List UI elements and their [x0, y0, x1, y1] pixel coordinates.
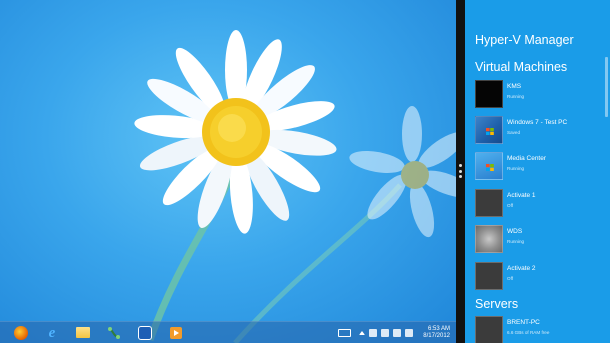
vm-status: Running	[507, 239, 525, 244]
server-tile-brent-pc[interactable]: BRENT-PC 6.6 GBs of RAM free	[475, 316, 607, 343]
power-icon[interactable]	[393, 328, 402, 337]
outlook-button[interactable]	[131, 322, 159, 343]
media-player-button[interactable]	[162, 322, 190, 343]
outlook-icon	[138, 325, 152, 340]
vm-status: Off	[507, 203, 514, 208]
file-explorer-icon	[76, 327, 90, 338]
system-tray: 6:53 AM 8/17/2012	[338, 322, 456, 343]
app-title: Hyper-V Manager	[475, 33, 574, 47]
vm-thumbnail	[475, 116, 503, 144]
vm-status: Saved	[507, 130, 521, 135]
vm-status: Off	[507, 276, 514, 281]
vm-thumbnail	[475, 189, 503, 217]
server-thumbnail	[475, 316, 503, 343]
server-name: BRENT-PC	[507, 319, 540, 326]
clock[interactable]: 6:53 AM 8/17/2012	[423, 326, 450, 340]
network-tool-icon	[108, 326, 120, 339]
windows-logo-icon	[486, 128, 494, 135]
splitter-grip-icon[interactable]	[459, 164, 462, 178]
vm-tile-activate-1[interactable]: Activate 1 Off	[475, 189, 607, 219]
media-player-icon	[170, 326, 182, 339]
internet-explorer-icon: e	[48, 324, 56, 341]
daisy-wallpaper-image	[134, 30, 456, 343]
snap-splitter[interactable]	[456, 0, 465, 343]
vm-thumbnail	[475, 152, 503, 180]
windows-logo-icon	[486, 164, 494, 171]
vm-name: Media Center	[507, 155, 547, 162]
vm-tile-activate-2[interactable]: Activate 2 Off	[475, 262, 607, 292]
hyperv-manager-pane: Hyper-V Manager Virtual Machines KMS Run…	[465, 0, 610, 343]
vm-name: KMS	[507, 83, 522, 90]
vm-thumbnail	[475, 80, 503, 108]
network-icon[interactable]	[381, 328, 390, 337]
touch-keyboard-icon[interactable]	[338, 328, 352, 337]
clock-date: 8/17/2012	[423, 332, 450, 339]
vm-tile-windows7[interactable]: Windows 7 - Test PC Saved	[475, 116, 607, 146]
vm-name: Windows 7 - Test PC	[507, 119, 568, 126]
network-tool-button[interactable]	[100, 322, 128, 343]
taskbar: e 6:53 AM 8/17/2012	[0, 321, 456, 343]
vm-thumbnail	[475, 225, 503, 253]
vm-status: Running	[507, 166, 525, 171]
vm-name: WDS	[507, 228, 523, 235]
desktop-wallpaper: e 6:53 AM 8/17/2012	[0, 0, 456, 343]
file-explorer-button[interactable]	[69, 322, 97, 343]
firefox-icon	[14, 325, 28, 340]
vm-status: Running	[507, 94, 525, 99]
vm-tile-media-center[interactable]: Media Center Running	[475, 152, 607, 182]
flag-icon[interactable]	[369, 328, 378, 337]
servers-heading: Servers	[475, 297, 519, 311]
server-status: 6.6 GBs of RAM free	[507, 330, 550, 335]
virtual-machines-heading: Virtual Machines	[475, 60, 568, 74]
vm-name: Activate 1	[507, 192, 536, 199]
internet-explorer-button[interactable]: e	[38, 322, 66, 343]
vm-tile-wds[interactable]: WDS Running	[475, 225, 607, 255]
firefox-button[interactable]	[7, 322, 35, 343]
show-hidden-icons-icon[interactable]	[359, 330, 366, 335]
clock-time: 6:53 AM	[427, 325, 450, 332]
vm-thumbnail	[475, 262, 503, 290]
volume-icon[interactable]	[405, 328, 414, 337]
vm-tile-kms[interactable]: KMS Running	[475, 80, 607, 110]
vm-name: Activate 2	[507, 265, 536, 272]
